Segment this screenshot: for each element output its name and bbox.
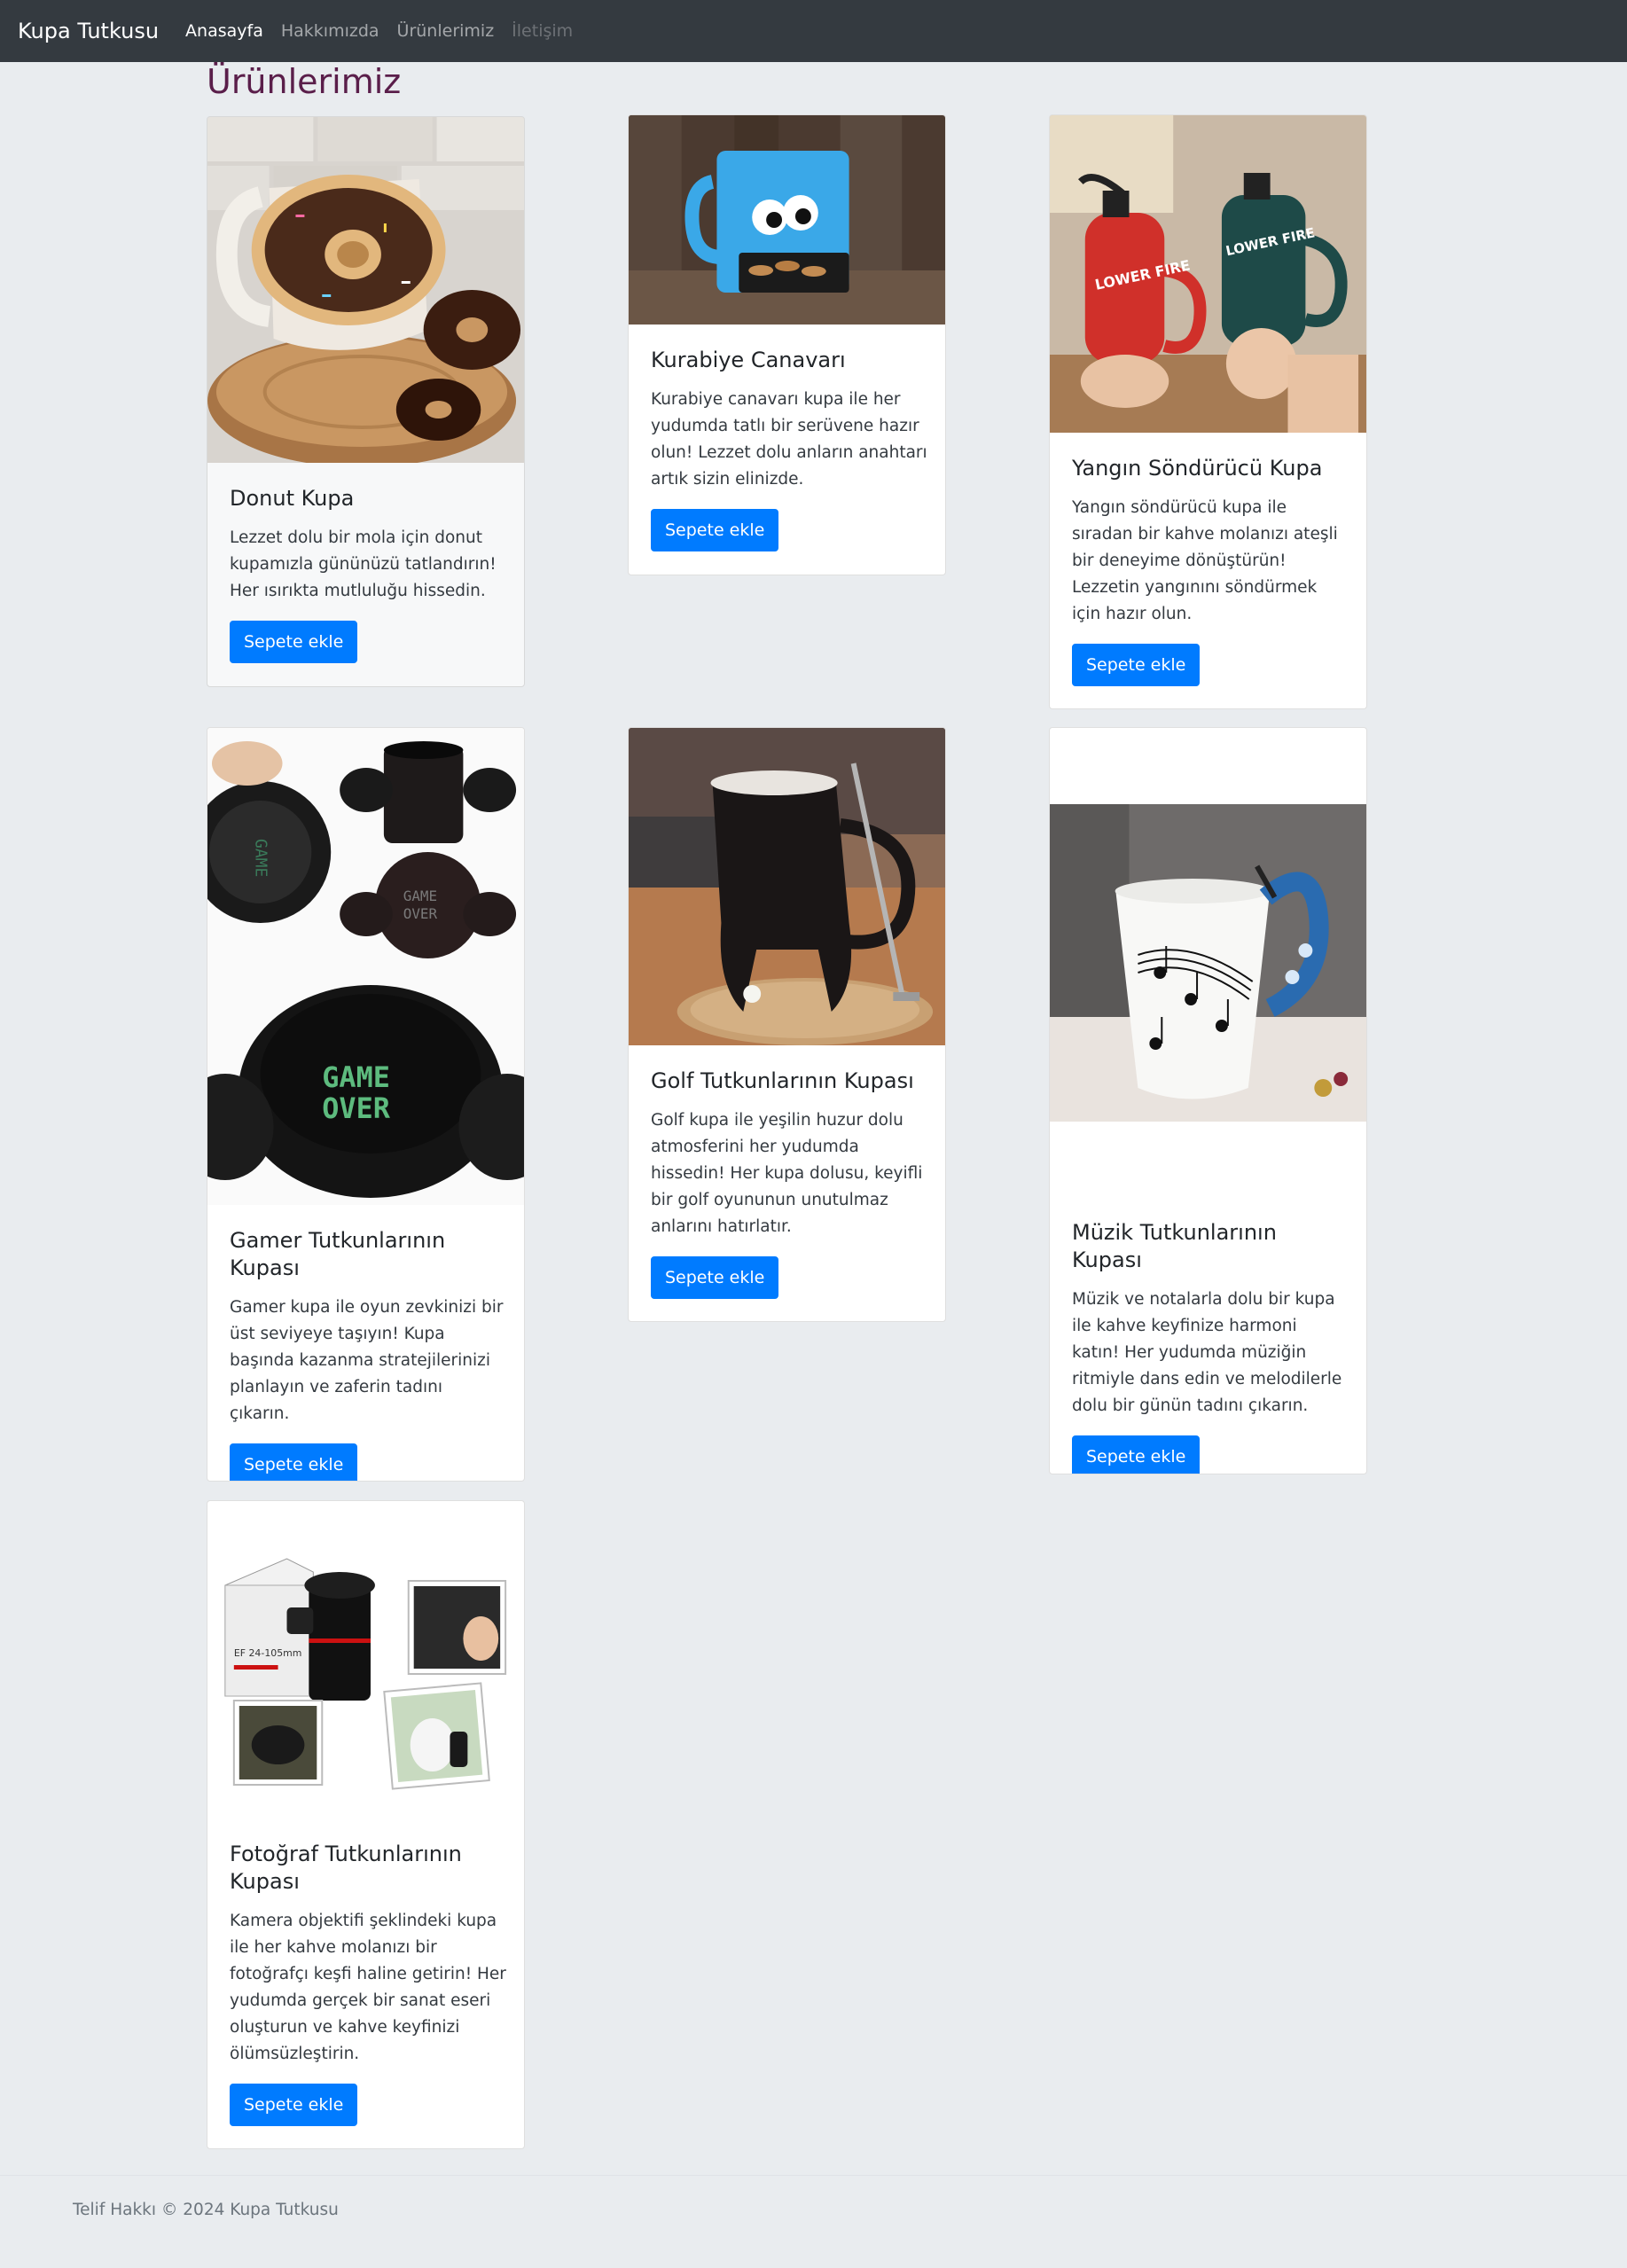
- product-description: Lezzet dolu bir mola için donut kupamızl…: [230, 528, 497, 600]
- svg-text:OVER: OVER: [322, 1091, 390, 1125]
- donut-mug-image: [207, 117, 524, 463]
- product-card-cookie-monster: Kurabiye Canavarı Kurabiye canavarı kupa…: [628, 114, 946, 575]
- product-title: Donut Kupa: [230, 486, 355, 511]
- product-title: Golf Tutkunlarının Kupası: [651, 1068, 914, 1093]
- add-to-cart-button[interactable]: Sepete ekle: [230, 1443, 358, 1481]
- camera-lens-mug-image: EF 24-105mm: [207, 1532, 524, 1798]
- product-title: Yangın Söndürücü Kupa: [1072, 456, 1323, 481]
- add-to-cart-button[interactable]: Sepete ekle: [651, 1256, 779, 1299]
- card-body: Müzik Tutkunlarının Kupası Müzik ve nota…: [1072, 1219, 1349, 1474]
- product-description: Golf kupa ile yeşilin huzur dolu atmosfe…: [651, 1111, 923, 1236]
- product-description: Kurabiye canavarı kupa ile her yudumda t…: [651, 390, 927, 489]
- fire-extinguisher-mug-image: LOWER FIRE LOWER FIRE: [1050, 115, 1366, 433]
- brand-link[interactable]: Kupa Tutkusu: [18, 19, 159, 43]
- cookie-monster-mug-image: [629, 115, 945, 325]
- product-title: Fotoğraf Tutkunlarının Kupası: [230, 1842, 462, 1894]
- card-body: Donut Kupa Lezzet dolu bir mola için don…: [230, 485, 506, 663]
- product-title: Gamer Tutkunlarının Kupası: [230, 1228, 446, 1280]
- product-description: Gamer kupa ile oyun zevkinizi bir üst se…: [230, 1298, 504, 1423]
- add-to-cart-button[interactable]: Sepete ekle: [230, 621, 358, 663]
- product-card-donut: Donut Kupa Lezzet dolu bir mola için don…: [207, 116, 525, 687]
- product-title: Müzik Tutkunlarının Kupası: [1072, 1220, 1277, 1272]
- nav-link-products[interactable]: Ürünlerimiz: [397, 21, 495, 41]
- product-card-fire-extinguisher: LOWER FIRE LOWER FIRE Yangın Söndürücü K…: [1049, 114, 1367, 709]
- product-card-music: Müzik Tutkunlarının Kupası Müzik ve nota…: [1049, 727, 1367, 1474]
- add-to-cart-button[interactable]: Sepete ekle: [1072, 1435, 1201, 1474]
- nav-link-home[interactable]: Anasayfa: [185, 21, 263, 41]
- svg-text:OVER: OVER: [403, 905, 438, 922]
- add-to-cart-button[interactable]: Sepete ekle: [1072, 644, 1201, 686]
- navbar: Kupa Tutkusu Anasayfa Hakkımızda Ürünler…: [0, 0, 1627, 62]
- card-body: Fotoğraf Tutkunlarının Kupası Kamera obj…: [230, 1841, 506, 2126]
- footer: Telif Hakkı © 2024 Kupa Tutkusu: [0, 2175, 1627, 2268]
- svg-text:GAME: GAME: [322, 1060, 390, 1094]
- product-title: Kurabiye Canavarı: [651, 348, 846, 372]
- add-to-cart-button[interactable]: Sepete ekle: [651, 509, 779, 551]
- music-mug-image: [1050, 804, 1366, 1122]
- card-body: Kurabiye Canavarı Kurabiye canavarı kupa…: [651, 347, 927, 551]
- svg-text:GAME: GAME: [403, 888, 437, 904]
- copyright-text: Telif Hakkı © 2024 Kupa Tutkusu: [73, 2201, 339, 2219]
- product-description: Yangın söndürücü kupa ile sıradan bir ka…: [1072, 498, 1338, 623]
- page-title: Ürünlerimiz: [207, 62, 402, 101]
- product-description: Kamera objektifi şeklindeki kupa ile her…: [230, 1912, 506, 2063]
- product-card-photo: EF 24-105mm Fotoğraf Tutkunlarının Kupas…: [207, 1500, 525, 2149]
- add-to-cart-button[interactable]: Sepete ekle: [230, 2084, 358, 2126]
- product-card-gamer: GAME GAME OVER GAME OVER Gamer Tutkunlar…: [207, 727, 525, 1482]
- svg-text:EF 24-105mm: EF 24-105mm: [234, 1647, 302, 1659]
- svg-text:GAME: GAME: [252, 839, 270, 877]
- card-body: Golf Tutkunlarının Kupası Golf kupa ile …: [651, 1068, 927, 1299]
- product-description: Müzik ve notalarla dolu bir kupa ile kah…: [1072, 1290, 1342, 1415]
- golf-mug-image: [629, 728, 945, 1045]
- product-card-golf: Golf Tutkunlarının Kupası Golf kupa ile …: [628, 727, 946, 1322]
- nav-link-about[interactable]: Hakkımızda: [281, 21, 379, 41]
- nav-link-contact: İletişim: [512, 21, 574, 41]
- card-body: Gamer Tutkunlarının Kupası Gamer kupa il…: [230, 1227, 506, 1481]
- card-body: Yangın Söndürücü Kupa Yangın söndürücü k…: [1072, 455, 1349, 686]
- gamer-mug-image: GAME GAME OVER GAME OVER: [207, 728, 524, 1205]
